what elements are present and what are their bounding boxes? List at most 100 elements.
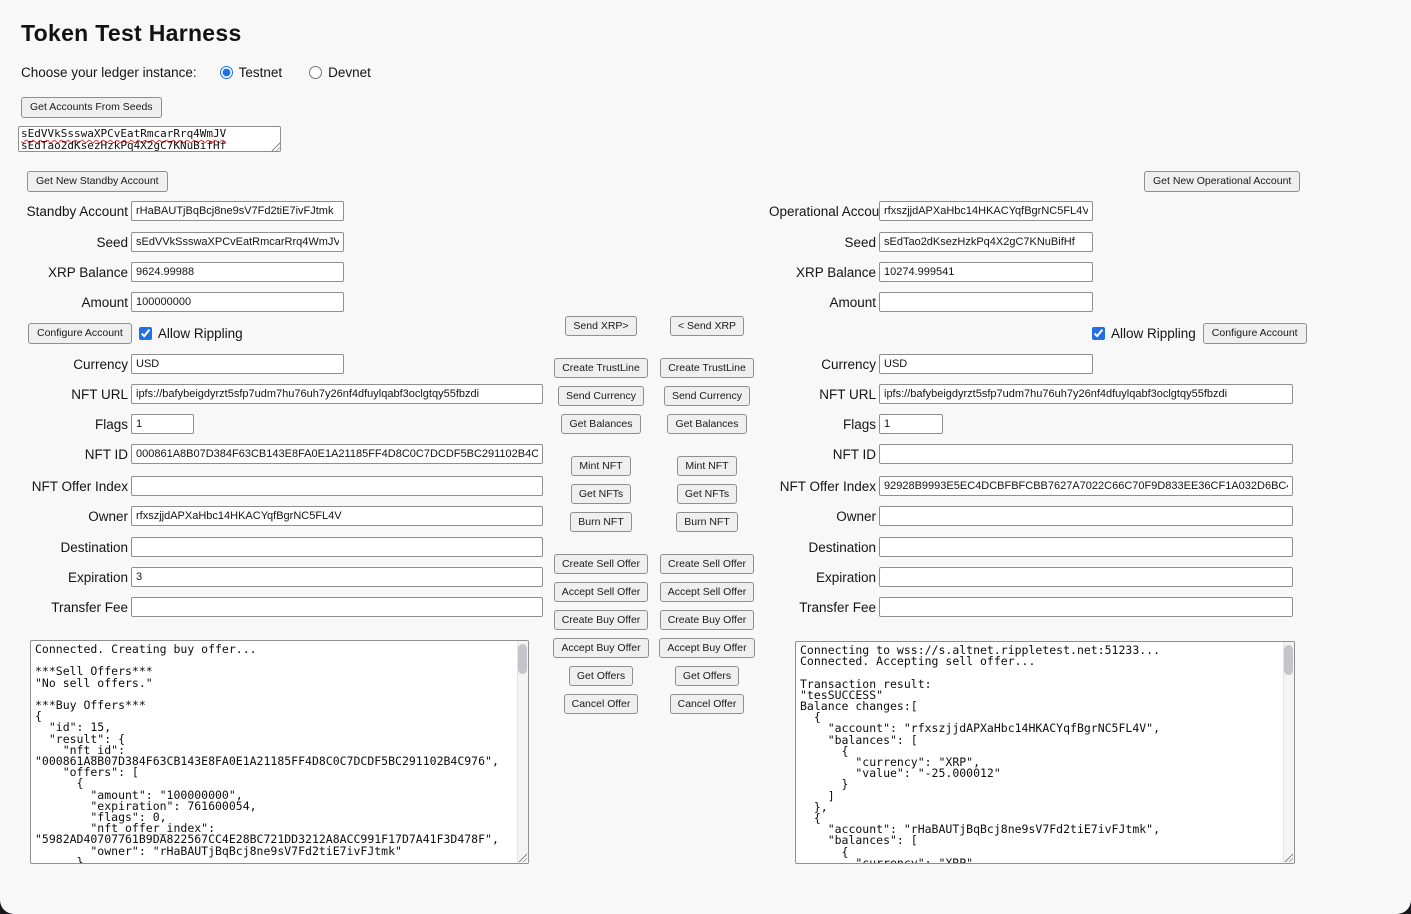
operational-amount-input[interactable]: [879, 292, 1093, 312]
standby-seed-input[interactable]: [131, 232, 344, 252]
operational-nft-id-row: NFT ID: [769, 444, 1293, 464]
get-nfts-standby-button[interactable]: Get NFTs: [571, 484, 631, 504]
standby-nft-id-label: NFT ID: [19, 447, 131, 462]
operational-seed-row: Seed: [769, 232, 1093, 252]
operational-allow-rippling-label[interactable]: Allow Rippling: [1111, 326, 1196, 341]
operational-allow-rippling-checkbox[interactable]: [1092, 327, 1105, 340]
standby-allow-rippling-label[interactable]: Allow Rippling: [158, 326, 243, 341]
standby-allow-rippling-checkbox[interactable]: [139, 327, 152, 340]
operational-results-scrollbar-thumb[interactable]: [1284, 645, 1293, 675]
operational-expiration-input[interactable]: [879, 567, 1293, 587]
get-balances-standby-button[interactable]: Get Balances: [561, 414, 640, 434]
get-offers-operational-button[interactable]: Get Offers: [675, 666, 739, 686]
standby-amount-input[interactable]: [131, 292, 344, 312]
operational-configure-account-button[interactable]: Configure Account: [1203, 323, 1307, 344]
seeds-textarea[interactable]: sEdVVkSsswaXPCvEatRmcarRrq4WmJV sEdTao2d…: [18, 126, 281, 152]
token-test-harness-page: Token Test Harness Choose your ledger in…: [0, 0, 1411, 914]
cancel-offer-standby-button[interactable]: Cancel Offer: [564, 694, 639, 714]
operational-owner-label: Owner: [769, 509, 879, 524]
send-currency-operational-button[interactable]: Send Currency: [664, 386, 750, 406]
operational-account-input[interactable]: [879, 201, 1093, 221]
accept-buy-offer-operational-button[interactable]: Accept Buy Offer: [659, 638, 754, 658]
standby-nft-offer-index-row: NFT Offer Index: [19, 476, 543, 496]
standby-flags-input[interactable]: [131, 414, 194, 434]
mint-nft-operational-button[interactable]: Mint NFT: [677, 456, 736, 476]
standby-transfer-fee-input[interactable]: [131, 597, 543, 617]
operational-xrp-balance-input[interactable]: [879, 262, 1093, 282]
operational-currency-input[interactable]: [879, 354, 1093, 374]
standby-currency-row: Currency: [19, 354, 344, 374]
standby-expiration-input[interactable]: [131, 567, 543, 587]
get-new-operational-account-button[interactable]: Get New Operational Account: [1144, 171, 1300, 192]
get-accounts-from-seeds-button[interactable]: Get Accounts From Seeds: [21, 97, 162, 118]
standby-nft-url-label: NFT URL: [19, 387, 131, 402]
standby-seed-row: Seed: [19, 232, 344, 252]
standby-results-textarea[interactable]: Connected. Creating buy offer... ***Sell…: [30, 640, 529, 864]
standby-currency-input[interactable]: [131, 354, 344, 374]
get-nfts-operational-button[interactable]: Get NFTs: [677, 484, 737, 504]
standby-results-scrollbar[interactable]: [517, 641, 528, 863]
get-new-standby-account-button[interactable]: Get New Standby Account: [27, 171, 168, 192]
get-offers-standby-button[interactable]: Get Offers: [569, 666, 633, 686]
create-buy-offer-operational-button[interactable]: Create Buy Offer: [660, 610, 755, 630]
get-balances-operational-button[interactable]: Get Balances: [667, 414, 746, 434]
operational-transfer-fee-row: Transfer Fee: [769, 597, 1293, 617]
operational-transfer-fee-input[interactable]: [879, 597, 1293, 617]
testnet-radio-label[interactable]: Testnet: [239, 65, 283, 80]
standby-account-input[interactable]: [131, 201, 344, 221]
send-currency-standby-button[interactable]: Send Currency: [558, 386, 644, 406]
standby-nft-id-input[interactable]: [131, 444, 543, 464]
standby-seed-label: Seed: [19, 235, 131, 250]
standby-flags-row: Flags: [19, 414, 194, 434]
operational-results-textarea[interactable]: Connecting to wss://s.altnet.rippletest.…: [795, 641, 1295, 864]
operational-flags-input[interactable]: [879, 414, 943, 434]
devnet-radio-label[interactable]: Devnet: [328, 65, 371, 80]
accept-sell-offer-operational-button[interactable]: Accept Sell Offer: [660, 582, 755, 602]
standby-expiration-label: Expiration: [19, 570, 131, 585]
standby-xrp-balance-row: XRP Balance: [19, 262, 344, 282]
standby-nft-url-row: NFT URL: [19, 384, 543, 404]
page-title: Token Test Harness: [21, 20, 242, 47]
create-buy-offer-standby-button[interactable]: Create Buy Offer: [554, 610, 649, 630]
operational-expiration-row: Expiration: [769, 567, 1293, 587]
burn-nft-operational-button[interactable]: Burn NFT: [676, 512, 738, 532]
create-sell-offer-standby-button[interactable]: Create Sell Offer: [554, 554, 648, 574]
standby-owner-input[interactable]: [131, 506, 543, 526]
standby-owner-row: Owner: [19, 506, 543, 526]
testnet-radio[interactable]: [220, 66, 233, 79]
operational-nft-id-input[interactable]: [879, 444, 1293, 464]
cancel-offer-operational-button[interactable]: Cancel Offer: [670, 694, 745, 714]
standby-nft-url-input[interactable]: [131, 384, 543, 404]
operational-nft-offer-index-label: NFT Offer Index: [769, 479, 879, 494]
create-trustline-standby-button[interactable]: Create TrustLine: [554, 358, 648, 378]
accept-buy-offer-standby-button[interactable]: Accept Buy Offer: [553, 638, 648, 658]
operational-seed-input[interactable]: [879, 232, 1093, 252]
standby-flags-label: Flags: [19, 417, 131, 432]
standby-results-scrollbar-thumb[interactable]: [518, 644, 527, 674]
standby-destination-input[interactable]: [131, 537, 543, 557]
operational-owner-input[interactable]: [879, 506, 1293, 526]
burn-nft-standby-button[interactable]: Burn NFT: [570, 512, 632, 532]
operational-amount-label: Amount: [769, 295, 879, 310]
operational-nft-url-input[interactable]: [879, 384, 1293, 404]
operational-flags-label: Flags: [769, 417, 879, 432]
operational-configure-row: Allow Rippling Configure Account: [1092, 323, 1307, 344]
mint-nft-standby-button[interactable]: Mint NFT: [571, 456, 630, 476]
standby-nft-offer-index-label: NFT Offer Index: [19, 479, 131, 494]
standby-configure-account-button[interactable]: Configure Account: [28, 323, 132, 344]
devnet-radio[interactable]: [309, 66, 322, 79]
create-sell-offer-operational-button[interactable]: Create Sell Offer: [660, 554, 754, 574]
standby-nft-offer-index-input[interactable]: [131, 476, 543, 496]
standby-xrp-balance-input[interactable]: [131, 262, 344, 282]
operational-transfer-fee-label: Transfer Fee: [769, 600, 879, 615]
operational-owner-row: Owner: [769, 506, 1293, 526]
operational-nft-offer-index-input[interactable]: [879, 476, 1293, 496]
send-xrp-standby-button[interactable]: Send XRP>: [565, 316, 636, 336]
operational-results-scrollbar[interactable]: [1283, 642, 1294, 863]
accept-sell-offer-standby-button[interactable]: Accept Sell Offer: [554, 582, 649, 602]
create-trustline-operational-button[interactable]: Create TrustLine: [660, 358, 754, 378]
operational-xrp-balance-label: XRP Balance: [769, 265, 879, 280]
operational-account-row: Operational Account: [769, 201, 1093, 221]
send-xrp-operational-button[interactable]: < Send XRP: [670, 316, 744, 336]
operational-destination-input[interactable]: [879, 537, 1293, 557]
